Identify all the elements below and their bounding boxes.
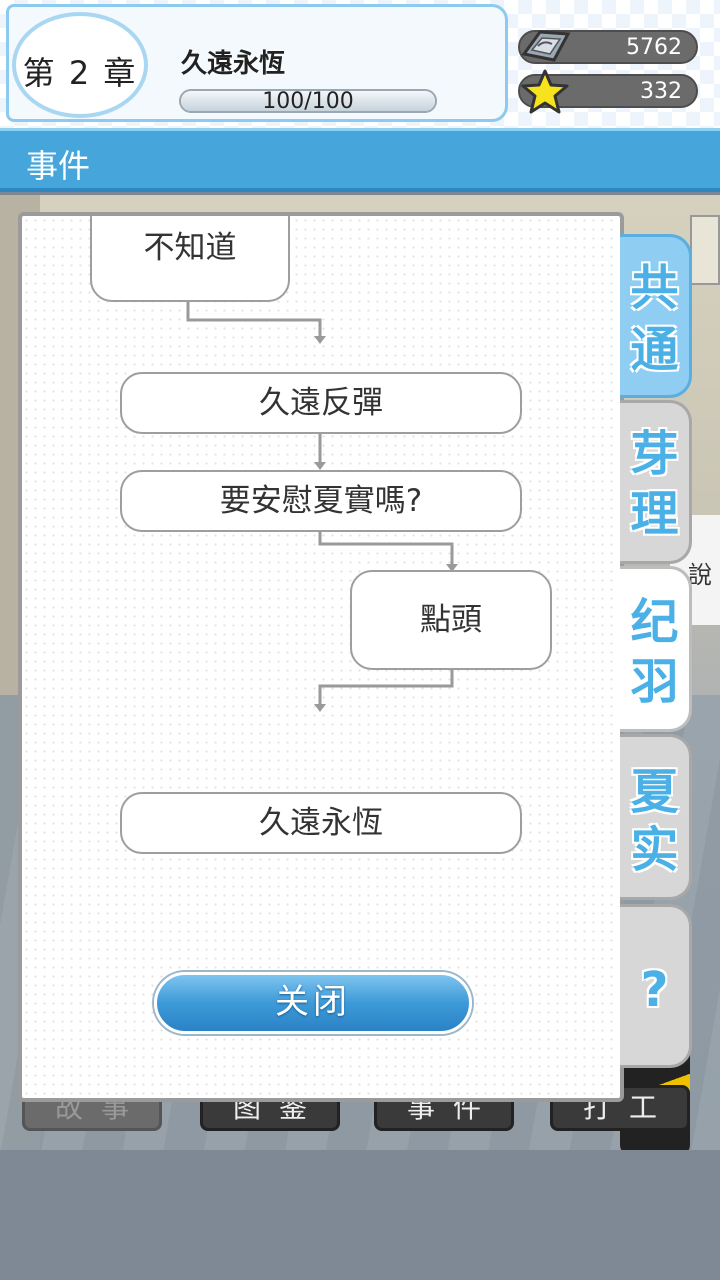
flow-node[interactable]: 久遠永恆 bbox=[120, 792, 522, 854]
chapter-name: 久遠永恆 bbox=[181, 49, 286, 79]
tab-label: ? bbox=[640, 962, 669, 1018]
title-bar: 事件 bbox=[0, 128, 720, 192]
bottom-bar bbox=[0, 1150, 720, 1280]
chapter-badge: 第 2 章 bbox=[12, 12, 148, 118]
star-counter: 332 bbox=[518, 69, 698, 114]
connector-3 bbox=[318, 532, 454, 566]
tab-label: 夏 bbox=[630, 764, 679, 820]
flow-node-label: 要安慰夏實嗎? bbox=[219, 483, 423, 519]
gem-counter: 5762 bbox=[518, 30, 698, 64]
header: 久遠永恆 100/100 第 2 章 5762 332 bbox=[0, 0, 720, 128]
flow-node[interactable]: 不知道 bbox=[90, 216, 290, 302]
event-flow-popup: 不知道 久遠反彈 要安慰夏實嗎? 點頭 久遠永恆 关闭 bbox=[18, 212, 624, 1102]
progress-text: 100/100 bbox=[262, 89, 354, 113]
chapter-progress-bar: 100/100 bbox=[179, 89, 437, 113]
tab-meri[interactable]: 芽 理 bbox=[620, 400, 692, 564]
close-button[interactable]: 关闭 bbox=[154, 972, 472, 1034]
connector-1 bbox=[186, 302, 322, 338]
chapter-label: 第 2 章 bbox=[22, 54, 138, 92]
tab-label: 理 bbox=[630, 486, 679, 542]
flowchart[interactable]: 不知道 久遠反彈 要安慰夏實嗎? 點頭 久遠永恆 bbox=[22, 216, 620, 976]
tab-natsumi[interactable]: 夏 实 bbox=[620, 734, 692, 900]
tab-label: 纪 bbox=[630, 594, 679, 650]
tab-kiwa[interactable]: 纪 羽 bbox=[620, 566, 692, 732]
scene-door bbox=[690, 215, 720, 285]
flow-node-label: 久遠反彈 bbox=[259, 385, 383, 421]
tab-label: 羽 bbox=[630, 654, 679, 710]
flow-node[interactable]: 要安慰夏實嗎? bbox=[120, 470, 522, 532]
connector-4 bbox=[318, 670, 454, 706]
flow-node-label: 久遠永恆 bbox=[259, 805, 383, 841]
flow-node-label: 點頭 bbox=[420, 602, 482, 638]
flow-node[interactable]: 久遠反彈 bbox=[120, 372, 522, 434]
star-icon bbox=[521, 69, 569, 114]
flow-node-label: 不知道 bbox=[143, 230, 237, 266]
tab-label: 芽 bbox=[630, 426, 679, 482]
gem-stone-icon bbox=[521, 30, 571, 62]
tab-unknown[interactable]: ? bbox=[620, 904, 692, 1068]
tab-common[interactable]: 共 通 bbox=[620, 234, 692, 398]
star-count: 332 bbox=[640, 79, 682, 104]
flow-node[interactable]: 點頭 bbox=[350, 570, 552, 670]
arrow-head bbox=[314, 336, 326, 344]
page-title: 事件 bbox=[26, 147, 91, 185]
tab-label: 通 bbox=[630, 322, 679, 378]
tab-label: 共 bbox=[630, 260, 679, 316]
arrow-head bbox=[314, 462, 326, 470]
gem-count: 5762 bbox=[626, 35, 682, 60]
tab-label: 实 bbox=[630, 822, 679, 878]
arrow-head bbox=[314, 704, 326, 712]
